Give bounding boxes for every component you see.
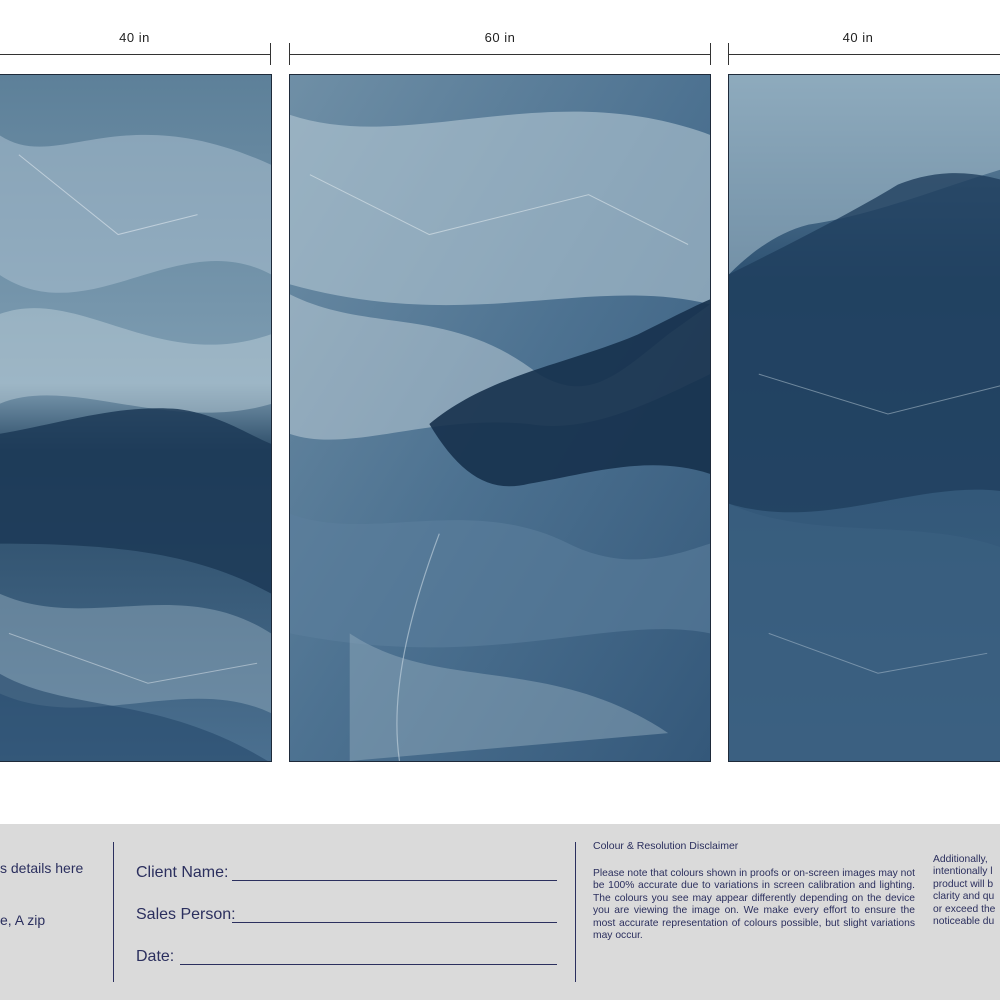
left-panel <box>0 74 272 762</box>
dimension-label: 40 in <box>842 30 874 45</box>
additional-note: Additionally, intentionally l product wi… <box>933 854 1000 928</box>
disclaimer-body: Please note that colours shown in proofs… <box>593 868 915 942</box>
dimension-tick <box>289 43 290 65</box>
sales-person-label: Sales Person: <box>136 906 236 923</box>
marble-image <box>290 75 710 761</box>
center-panel <box>289 74 711 762</box>
additional-note-line: product will b <box>933 878 994 890</box>
dimension-label: 60 in <box>484 30 516 45</box>
dimension-tick <box>270 43 271 65</box>
divider <box>113 842 114 982</box>
additional-note-line: Additionally, <box>933 854 988 865</box>
additional-note-line: clarity and qu <box>933 891 995 903</box>
right-panel <box>728 74 1000 762</box>
additional-note-line: or exceed the <box>933 903 996 915</box>
address-line-1: s details here <box>0 860 84 876</box>
disclaimer-title: Colour & Resolution Disclaimer <box>593 840 739 852</box>
dimension-left: 40 in <box>0 30 271 68</box>
dimension-tick <box>728 43 729 65</box>
dimension-right: 40 in <box>728 30 1000 68</box>
sales-person-field[interactable] <box>232 922 557 923</box>
dimension-center: 60 in <box>289 30 711 68</box>
dimension-line <box>289 54 711 55</box>
client-name-label: Client Name: <box>136 864 229 881</box>
dimension-line <box>728 54 1000 55</box>
date-field[interactable] <box>180 964 557 965</box>
dimension-tick <box>710 43 711 65</box>
marble-image <box>729 75 1000 761</box>
additional-note-line: intentionally l <box>933 866 993 878</box>
additional-note-line: noticeable du <box>933 916 995 928</box>
dimension-label: 40 in <box>119 30 150 45</box>
divider <box>575 842 576 982</box>
client-name-field[interactable] <box>232 880 557 881</box>
dimension-line <box>0 54 271 55</box>
marble-image <box>0 75 271 761</box>
date-label: Date: <box>136 948 175 965</box>
address-line-2: e, A zip <box>0 912 46 928</box>
